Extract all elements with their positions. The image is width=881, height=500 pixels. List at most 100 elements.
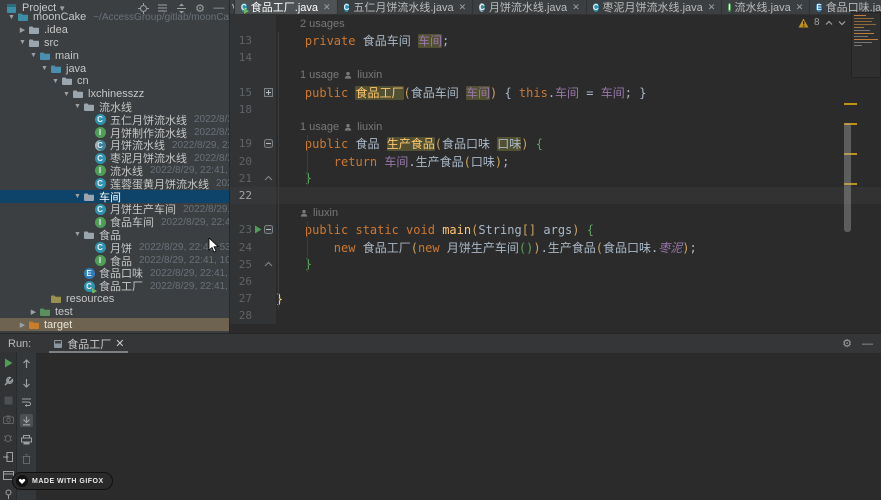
inlay-hint-row[interactable]: 1 usageliuxin (230, 67, 881, 84)
prev-warning-icon[interactable] (825, 20, 833, 26)
chevron-down-icon[interactable]: ▼ (50, 78, 61, 85)
tree-item-月饼生产车间[interactable]: C月饼生产车间2022/8/29, 22:41, 89 (0, 203, 229, 216)
down-icon[interactable] (20, 376, 33, 389)
tree-item-月饼流水线[interactable]: C月饼流水线2022/8/29, 22:41, 531 B (0, 139, 229, 152)
class-run-icon: C (83, 281, 95, 292)
fold-minus-icon[interactable] (264, 225, 273, 234)
stop-icon[interactable] (2, 395, 15, 407)
scroll-end-icon[interactable] (20, 414, 33, 427)
code-line-25[interactable]: 25 } (230, 256, 881, 273)
fold-minus-icon[interactable] (264, 139, 273, 148)
error-stripe-mark[interactable] (844, 103, 857, 105)
chevron-down-icon[interactable]: ▼ (72, 231, 83, 238)
code-line-26[interactable]: 26 (230, 273, 881, 290)
tree-item-食品[interactable]: ▼食品 (0, 229, 229, 242)
gear-icon[interactable]: ⚙ (842, 337, 852, 350)
inlay-hint-row[interactable]: liuxin (230, 204, 881, 221)
tree-item-食品车间[interactable]: I食品车间2022/8/29, 22:41, 231 B 3 (0, 216, 229, 229)
clear-icon[interactable] (20, 452, 33, 465)
code-line-21[interactable]: 21 } (230, 170, 881, 187)
code-line-18[interactable]: 18 (230, 101, 881, 118)
code-line-28[interactable]: 28 (230, 307, 881, 324)
fold-plus-icon[interactable] (264, 88, 273, 97)
tree-item-resources[interactable]: resources (0, 293, 229, 306)
chevron-down-icon[interactable]: ▼ (6, 14, 17, 21)
softwrap-icon[interactable] (20, 395, 33, 408)
code-line-14[interactable]: 14 (230, 49, 881, 66)
run-gutter-icon[interactable] (254, 225, 262, 234)
up-icon[interactable] (20, 357, 33, 370)
pin-icon[interactable] (2, 488, 15, 500)
chevron-right-icon[interactable]: ▶ (17, 26, 28, 34)
code-line-22[interactable]: 22 (230, 187, 881, 204)
inspection-widget[interactable]: 8 (798, 17, 846, 28)
close-icon[interactable]: ✕ (323, 2, 331, 13)
tree-item-车间[interactable]: ▼车间 (0, 190, 229, 203)
code-line-27[interactable]: 27} (230, 290, 881, 307)
close-icon[interactable]: ✕ (796, 2, 804, 13)
bug-icon[interactable] (2, 432, 15, 444)
code-line-24[interactable]: 24 new 食品工厂(new 月饼生产车间()).生产食品(食品口味.枣泥); (230, 238, 881, 255)
tree-item-食品[interactable]: I食品2022/8/29, 22:41, 105 B (0, 254, 229, 267)
close-icon[interactable]: ✕ (459, 2, 467, 13)
tree-item-莲蓉蛋黄月饼流水线[interactable]: C莲蓉蛋黄月饼流水线2022/8/29, 2 (0, 177, 229, 190)
code-token: ; (442, 34, 449, 48)
tree-item-月饼[interactable]: C月饼2022/8/29, 22:41, 531 B 2 min (0, 241, 229, 254)
camera-icon[interactable] (2, 413, 15, 425)
hide-icon[interactable]: — (862, 338, 873, 350)
close-icon[interactable]: ✕ (708, 2, 716, 13)
tree-item-五仁月饼流水线[interactable]: C五仁月饼流水线2022/8/29, 22:41, (0, 113, 229, 126)
run-config-tab[interactable]: 食品工厂 ✕ (49, 334, 128, 353)
editor-tab-枣泥月饼流水线.java[interactable]: C枣泥月饼流水线.java✕ (587, 0, 723, 14)
run-console[interactable] (0, 352, 881, 500)
tree-item-moonCake[interactable]: ▼moonCake~/AccessGroup/gitlab/moonCake (0, 11, 229, 24)
chevron-right-icon[interactable]: ▶ (17, 321, 28, 329)
inlay-hint-row[interactable]: 1 usageliuxin (230, 118, 881, 135)
chevron-right-icon[interactable]: ▶ (28, 308, 39, 316)
fold-end-icon[interactable] (264, 261, 273, 267)
tree-item-test[interactable]: ▶test (0, 305, 229, 318)
tree-item-.idea[interactable]: ▶.idea (0, 24, 229, 37)
close-icon[interactable]: ✕ (115, 337, 124, 350)
chevron-down-icon[interactable]: ▼ (39, 65, 50, 72)
code-line-20[interactable]: 20 return 车间.生产食品(口味); (230, 153, 881, 170)
code-line-13[interactable]: 13 private 食品车间 车间; (230, 32, 881, 49)
print-icon[interactable] (20, 433, 33, 446)
tree-item-cn[interactable]: ▼cn (0, 75, 229, 88)
code-line-19[interactable]: 19 public 食品 生产食品(食品口味 口味) { (230, 135, 881, 152)
code-line-23[interactable]: 23 public static void main(String[] args… (230, 221, 881, 238)
close-icon[interactable]: ✕ (572, 2, 580, 13)
next-warning-icon[interactable] (838, 20, 846, 26)
wrench-icon[interactable] (2, 376, 15, 388)
editor-tab-流水线.java[interactable]: I流水线.java✕ (722, 0, 810, 14)
chevron-down-icon[interactable]: ▼ (17, 39, 28, 46)
exit-icon[interactable] (2, 451, 15, 463)
chevron-down-icon[interactable]: ▼ (72, 103, 83, 110)
class-abstract-icon: C (94, 140, 106, 151)
line-number: 23 (230, 223, 252, 236)
tree-item-流水线[interactable]: I流水线2022/8/29, 22:41, 176 B 28 m (0, 165, 229, 178)
editor-scrollbar[interactable] (844, 123, 851, 232)
editor-tab-五仁月饼流水线.java[interactable]: C五仁月饼流水线.java✕ (338, 0, 474, 14)
chevron-down-icon[interactable]: ▼ (28, 52, 39, 59)
code-editor[interactable]: 2 usages13 private 食品车间 车间;141 usageliux… (230, 15, 881, 324)
inlay-hint-row[interactable]: 2 usages (230, 15, 881, 32)
tree-item-main[interactable]: ▼main (0, 49, 229, 62)
tree-item-java[interactable]: ▼java (0, 62, 229, 75)
tree-item-食品工厂[interactable]: C食品工厂2022/8/29, 22:41, 592 B M mi (0, 280, 229, 293)
code-minimap[interactable] (851, 12, 881, 78)
fold-end-icon[interactable] (264, 175, 273, 181)
tree-item-月饼制作流水线[interactable]: I月饼制作流水线2022/8/29, 22:41, (0, 126, 229, 139)
editor-tab-月饼流水线.java[interactable]: C月饼流水线.java✕ (473, 0, 587, 14)
tree-item-流水线[interactable]: ▼流水线 (0, 101, 229, 114)
tree-item-src[interactable]: ▼src (0, 37, 229, 50)
code-line-15[interactable]: 15 public 食品工厂(食品车间 车间) { this.车间 = 车间; … (230, 84, 881, 101)
tree-item-lxchinesszz[interactable]: ▼lxchinesszz (0, 88, 229, 101)
tree-item-食品口味[interactable]: E食品口味2022/8/29, 22:41, 145 B 6 mi (0, 267, 229, 280)
rerun-icon[interactable] (2, 357, 15, 369)
tree-item-枣泥月饼流水线[interactable]: C枣泥月饼流水线2022/8/29, 22:41, (0, 152, 229, 165)
chevron-down-icon[interactable]: ▼ (61, 91, 72, 98)
chevron-down-icon[interactable]: ▼ (72, 193, 83, 200)
editor-tab-食品工厂.java[interactable]: C食品工厂.java✕ (235, 0, 338, 14)
tree-item-target[interactable]: ▶target (0, 318, 229, 331)
